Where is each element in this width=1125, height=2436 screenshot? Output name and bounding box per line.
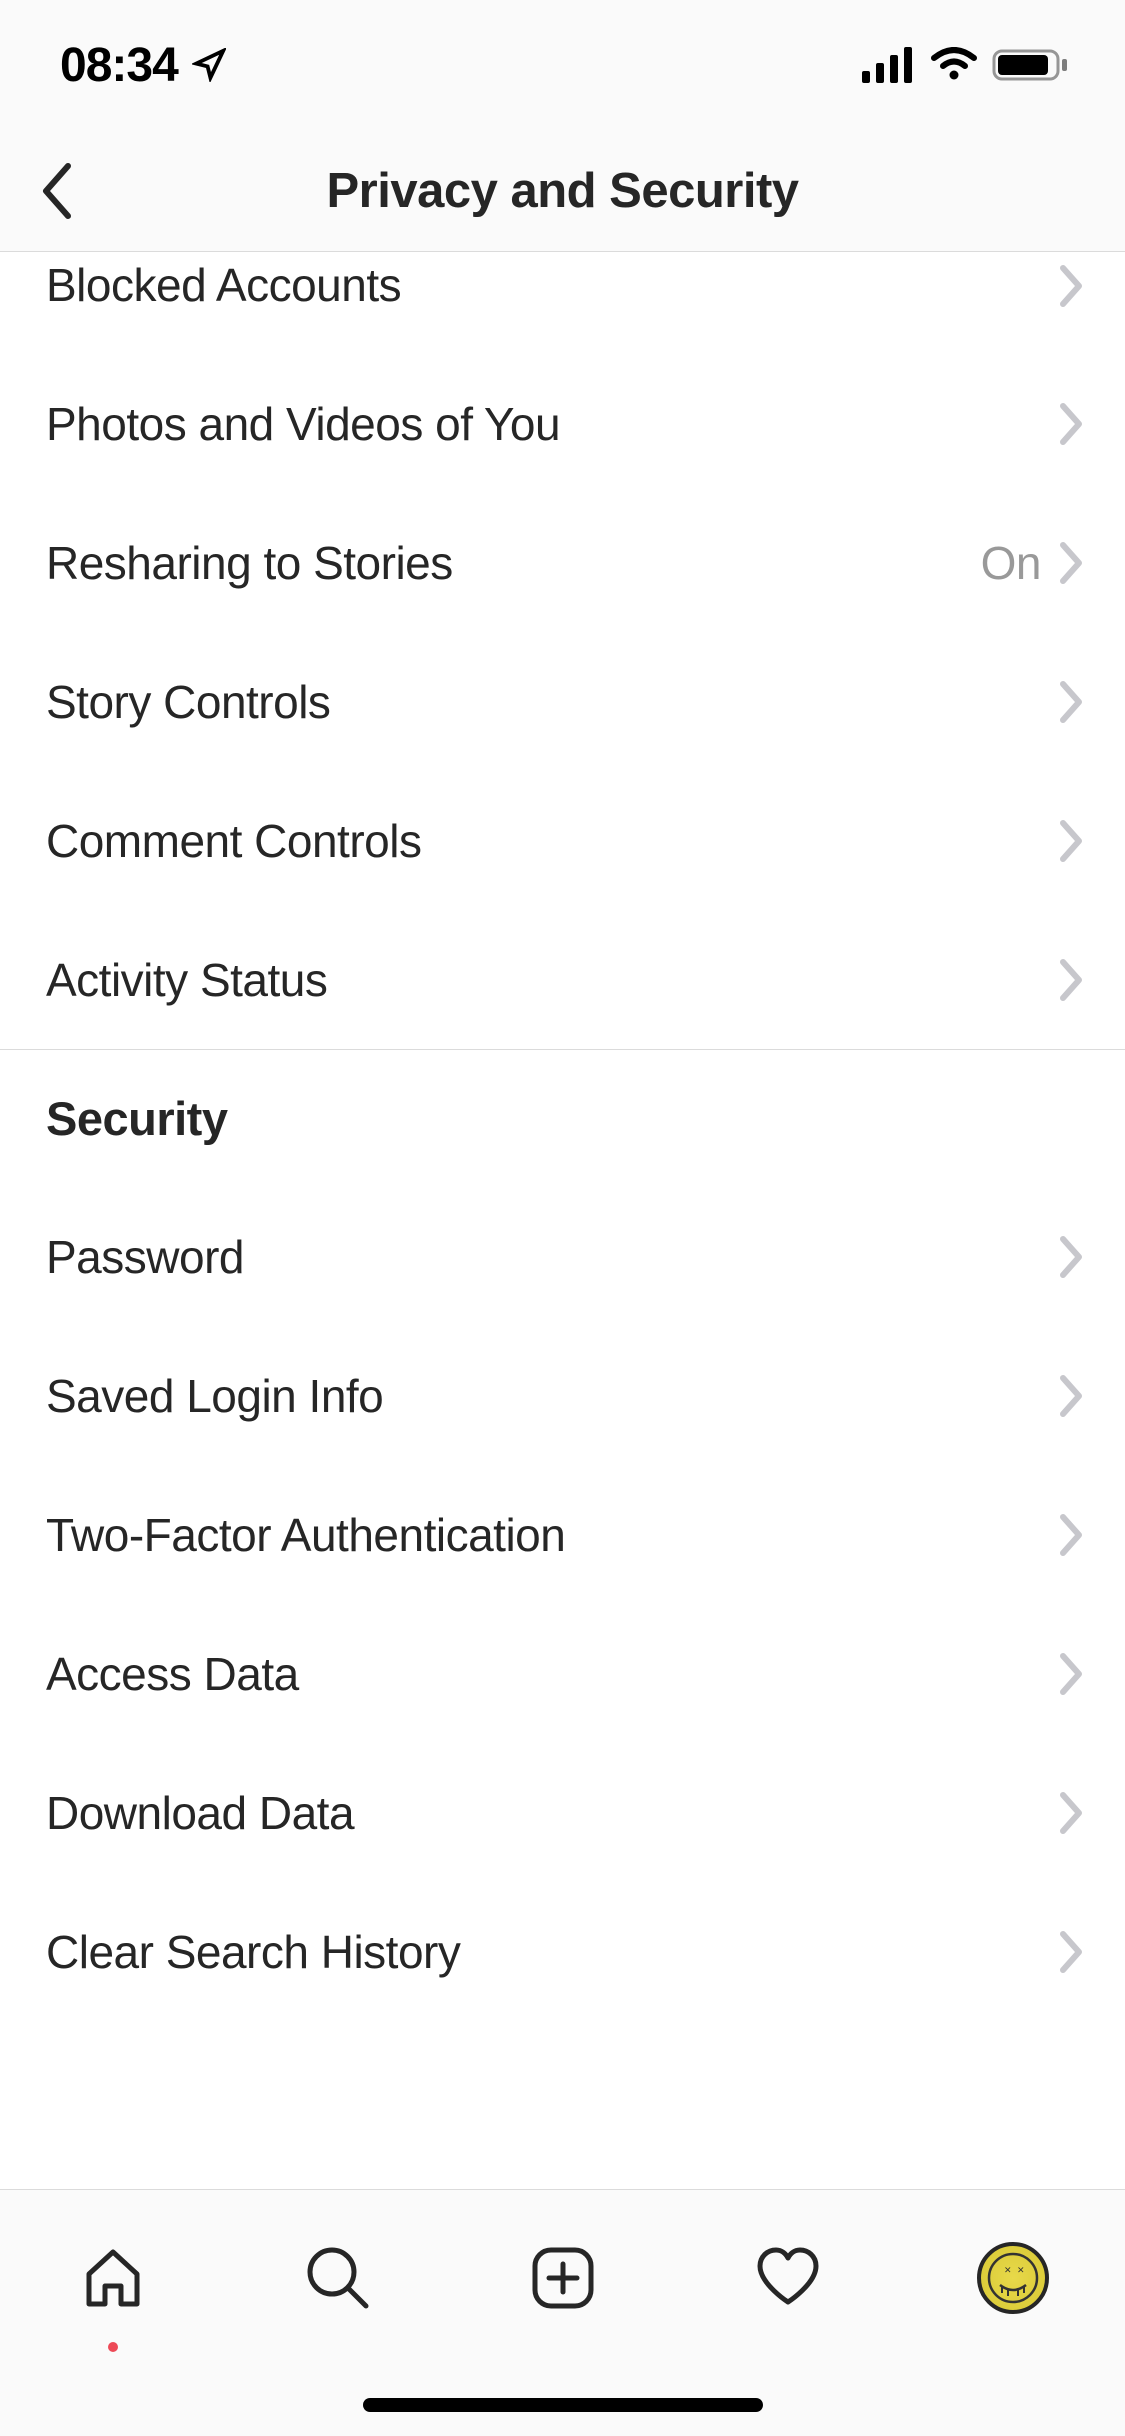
svg-text:✕: ✕ — [1004, 2265, 1012, 2275]
nav-profile[interactable]: ✕ ✕ — [963, 2228, 1063, 2328]
chevron-right-icon — [1059, 1513, 1085, 1557]
nav-activity[interactable] — [738, 2228, 838, 2328]
row-right: On — [981, 536, 1085, 590]
status-right — [862, 47, 1070, 83]
chevron-right-icon — [1059, 1791, 1085, 1835]
chevron-left-icon — [38, 160, 74, 222]
row-blocked-accounts[interactable]: Blocked Accounts — [0, 252, 1125, 354]
row-right — [1059, 1235, 1085, 1279]
location-icon — [192, 48, 226, 82]
row-right — [1059, 1652, 1085, 1696]
row-two-factor-auth[interactable]: Two-Factor Authentication — [0, 1465, 1125, 1604]
nav-create[interactable] — [513, 2228, 613, 2328]
row-label: Story Controls — [46, 675, 330, 729]
chevron-right-icon — [1059, 1374, 1085, 1418]
row-activity-status[interactable]: Activity Status — [0, 910, 1125, 1049]
row-label: Photos and Videos of You — [46, 397, 560, 451]
row-value: On — [981, 536, 1041, 590]
cellular-signal-icon — [862, 47, 916, 83]
row-right — [1059, 1513, 1085, 1557]
row-access-data[interactable]: Access Data — [0, 1604, 1125, 1743]
row-label: Download Data — [46, 1786, 354, 1840]
nav-search[interactable] — [288, 2228, 388, 2328]
row-right — [1059, 258, 1085, 308]
row-comment-controls[interactable]: Comment Controls — [0, 771, 1125, 910]
section-header-security: Security — [0, 1049, 1125, 1187]
row-password[interactable]: Password — [0, 1187, 1125, 1326]
status-time: 08:34 — [60, 38, 178, 93]
heart-icon — [752, 2242, 824, 2314]
nav-home[interactable] — [63, 2228, 163, 2328]
row-label: Password — [46, 1230, 244, 1284]
chevron-right-icon — [1059, 1930, 1085, 1974]
profile-avatar-icon: ✕ ✕ — [977, 2242, 1049, 2314]
row-label: Resharing to Stories — [46, 536, 453, 590]
row-saved-login-info[interactable]: Saved Login Info — [0, 1326, 1125, 1465]
header-bar: Privacy and Security — [0, 130, 1125, 252]
row-right — [1059, 958, 1085, 1002]
row-label: Saved Login Info — [46, 1369, 383, 1423]
battery-icon — [992, 47, 1070, 83]
row-right — [1059, 1791, 1085, 1835]
row-photos-videos-of-you[interactable]: Photos and Videos of You — [0, 354, 1125, 493]
row-label: Two-Factor Authentication — [46, 1508, 565, 1562]
page-title: Privacy and Security — [0, 163, 1125, 219]
chevron-right-icon — [1059, 402, 1085, 446]
content-area: Blocked Accounts Photos and Videos of Yo… — [0, 252, 1125, 2189]
row-clear-search-history[interactable]: Clear Search History — [0, 1882, 1125, 2021]
chevron-right-icon — [1059, 541, 1085, 585]
chevron-right-icon — [1059, 819, 1085, 863]
row-download-data[interactable]: Download Data — [0, 1743, 1125, 1882]
row-label: Comment Controls — [46, 814, 421, 868]
row-resharing-to-stories[interactable]: Resharing to Stories On — [0, 493, 1125, 632]
row-story-controls[interactable]: Story Controls — [0, 632, 1125, 771]
svg-text:✕: ✕ — [1017, 2265, 1025, 2275]
row-right — [1059, 680, 1085, 724]
search-icon — [302, 2242, 374, 2314]
section-title: Security — [46, 1091, 227, 1146]
notification-dot — [108, 2342, 118, 2352]
chevron-right-icon — [1059, 264, 1085, 308]
row-right — [1059, 1930, 1085, 1974]
row-right — [1059, 1374, 1085, 1418]
status-left: 08:34 — [60, 38, 226, 93]
chevron-right-icon — [1059, 1652, 1085, 1696]
home-icon — [77, 2242, 149, 2314]
row-label: Activity Status — [46, 953, 327, 1007]
row-right — [1059, 402, 1085, 446]
row-right — [1059, 819, 1085, 863]
row-label: Blocked Accounts — [46, 258, 401, 312]
back-button[interactable] — [32, 167, 80, 215]
row-label: Clear Search History — [46, 1925, 460, 1979]
home-indicator[interactable] — [363, 2398, 763, 2412]
chevron-right-icon — [1059, 1235, 1085, 1279]
chevron-right-icon — [1059, 958, 1085, 1002]
wifi-icon — [930, 47, 978, 83]
plus-square-icon — [527, 2242, 599, 2314]
chevron-right-icon — [1059, 680, 1085, 724]
status-bar: 08:34 — [0, 0, 1125, 130]
row-label: Access Data — [46, 1647, 299, 1701]
